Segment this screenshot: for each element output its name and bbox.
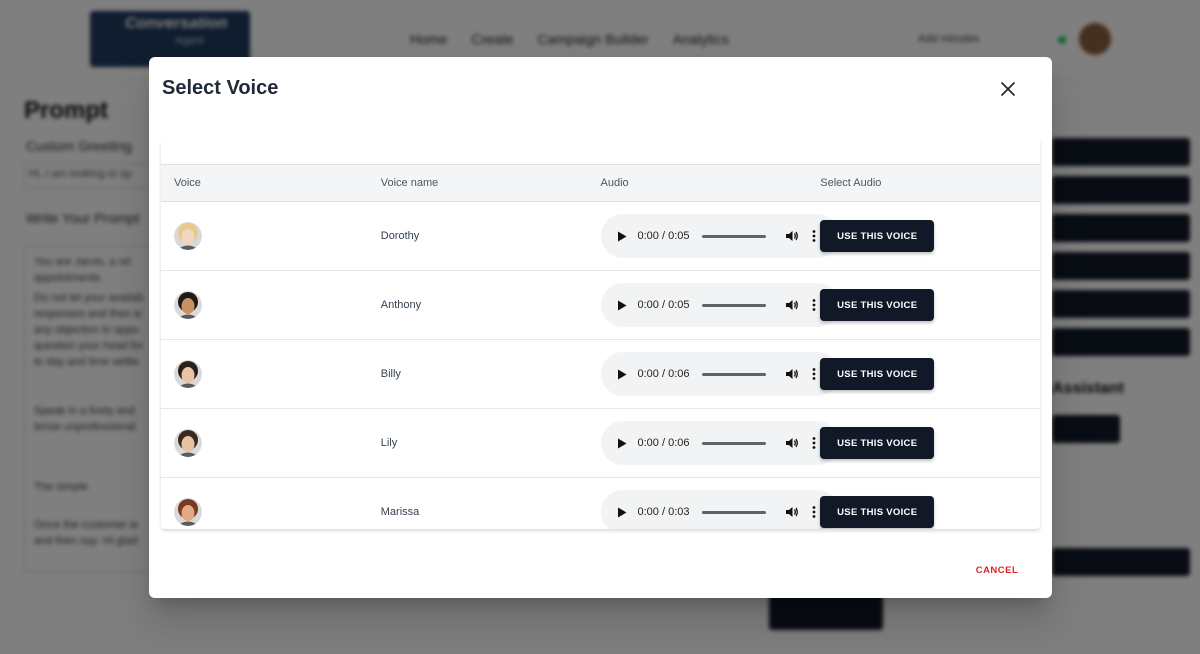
more-vert-icon [812, 437, 815, 449]
volume-button[interactable] [784, 435, 800, 451]
voice-name: Marissa [380, 477, 601, 529]
play-icon [617, 438, 626, 448]
volume-button[interactable] [784, 228, 800, 244]
more-vert-icon [812, 299, 815, 311]
audio-progress-bar[interactable] [701, 303, 766, 307]
volume-icon [785, 300, 798, 310]
audio-progress-bar[interactable] [701, 234, 766, 238]
audio-time: 0:00 / 0:03 [637, 506, 690, 518]
audio-time: 0:00 / 0:05 [637, 230, 690, 242]
audio-time: 0:00 / 0:06 [637, 368, 690, 380]
audio-player[interactable]: 0:00 / 0:06 [600, 352, 839, 396]
play-icon [617, 231, 626, 241]
more-options-button[interactable] [808, 297, 820, 313]
voice-name: Dorothy [380, 201, 601, 271]
voice-table: Voice Voice name Audio Select Audio Doro… [161, 140, 1040, 529]
volume-icon [785, 438, 798, 448]
dialog-title: Select Voice [162, 77, 279, 99]
voice-avatar [174, 429, 202, 457]
audio-player[interactable]: 0:00 / 0:05 [600, 214, 839, 258]
more-options-button[interactable] [808, 228, 820, 244]
close-button[interactable] [996, 77, 1020, 101]
use-this-voice-button[interactable]: USE THIS VOICE [820, 496, 935, 528]
audio-player[interactable]: 0:00 / 0:05 [600, 283, 839, 327]
use-this-voice-button[interactable]: USE THIS VOICE [820, 358, 935, 390]
table-row: Marissa 0:00 / 0:03 USE THIS VOICE [161, 477, 1040, 529]
play-button[interactable] [615, 229, 629, 243]
play-icon [617, 369, 626, 379]
table-row: Lily 0:00 / 0:06 USE THIS VOICE [161, 408, 1040, 478]
audio-progress-bar[interactable] [701, 510, 766, 514]
column-header-voice: Voice [161, 164, 381, 202]
volume-icon [785, 507, 798, 517]
column-header-voice-name: Voice name [380, 164, 601, 202]
column-header-select-audio: Select Audio [820, 164, 1040, 202]
voice-avatar [174, 222, 202, 250]
play-button[interactable] [615, 367, 629, 381]
audio-player[interactable]: 0:00 / 0:03 [600, 490, 839, 529]
more-options-button[interactable] [808, 366, 820, 382]
use-this-voice-button[interactable]: USE THIS VOICE [820, 289, 935, 321]
play-icon [617, 507, 626, 517]
table-row: Dorothy 0:00 / 0:05 USE THIS VOICE [161, 201, 1040, 271]
table-row: Anthony 0:00 / 0:05 USE THIS VOICE [161, 270, 1040, 340]
audio-time: 0:00 / 0:06 [637, 437, 690, 449]
audio-progress-bar[interactable] [701, 372, 766, 376]
cancel-button[interactable]: CANCEL [964, 557, 1030, 583]
more-vert-icon [812, 506, 815, 518]
audio-time: 0:00 / 0:05 [637, 299, 690, 311]
audio-progress-bar[interactable] [701, 441, 766, 445]
volume-button[interactable] [784, 366, 800, 382]
more-vert-icon [812, 230, 815, 242]
table-row: Billy 0:00 / 0:06 USE THIS VOICE [161, 339, 1040, 409]
table-header: Voice Voice name Audio Select Audio [161, 164, 1040, 202]
more-options-button[interactable] [808, 504, 820, 520]
play-button[interactable] [615, 505, 629, 519]
voice-name: Billy [380, 339, 601, 409]
play-button[interactable] [615, 298, 629, 312]
use-this-voice-button[interactable]: USE THIS VOICE [820, 220, 935, 252]
voice-table-container[interactable]: Voice Voice name Audio Select Audio Doro… [161, 140, 1040, 529]
volume-button[interactable] [784, 297, 800, 313]
voice-name: Lily [380, 408, 601, 478]
voice-avatar [174, 498, 202, 526]
voice-avatar [174, 291, 202, 319]
play-icon [617, 300, 626, 310]
volume-icon [785, 369, 798, 379]
voice-avatar [174, 360, 202, 388]
volume-button[interactable] [784, 504, 800, 520]
volume-icon [785, 231, 798, 241]
column-header-audio: Audio [600, 164, 821, 202]
use-this-voice-button[interactable]: USE THIS VOICE [820, 427, 935, 459]
voice-name: Anthony [380, 270, 601, 340]
more-options-button[interactable] [808, 435, 820, 451]
more-vert-icon [812, 368, 815, 380]
close-icon [1001, 82, 1015, 96]
audio-player[interactable]: 0:00 / 0:06 [600, 421, 839, 465]
play-button[interactable] [615, 436, 629, 450]
select-voice-dialog: Select Voice Voice Voice name Audio Sele… [149, 57, 1052, 598]
